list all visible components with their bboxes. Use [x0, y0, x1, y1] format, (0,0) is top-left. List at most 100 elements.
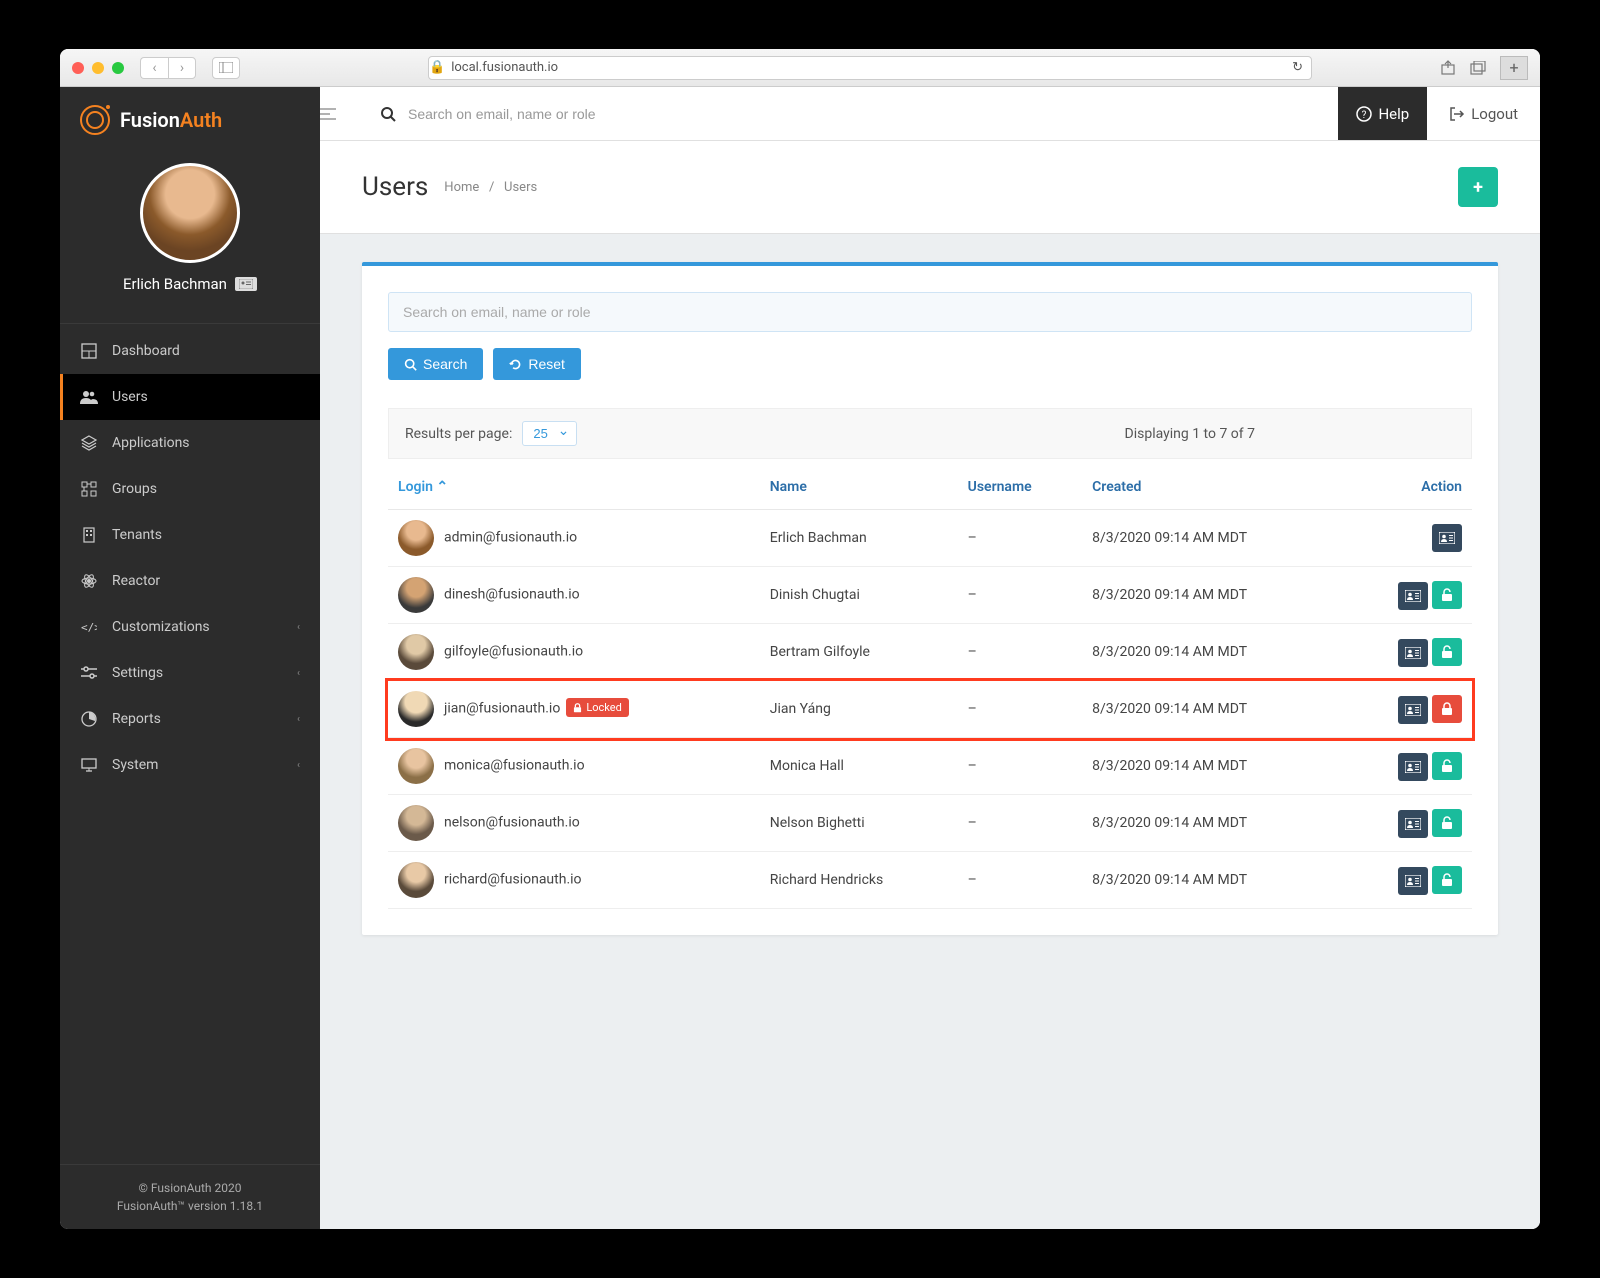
page-header: Users Home / Users +	[320, 141, 1540, 234]
brand-logo[interactable]: FusionAuth	[60, 87, 320, 153]
col-username[interactable]: Username	[958, 465, 1083, 510]
breadcrumb-home[interactable]: Home	[444, 180, 479, 195]
user-name: Jian Yáng	[760, 681, 958, 738]
sidebar-toggle-button[interactable]	[320, 108, 362, 120]
table-row[interactable]: admin@fusionauth.io Erlich Bachman – 8/3…	[388, 510, 1472, 567]
sidebar-item-customizations[interactable]: </> Customizations ‹	[60, 604, 320, 650]
logout-button[interactable]: Logout	[1427, 87, 1540, 140]
manage-user-button[interactable]	[1398, 696, 1428, 724]
nav-label: Reactor	[112, 573, 160, 589]
reset-button-label: Reset	[528, 356, 565, 372]
locked-badge: Locked	[566, 698, 628, 717]
user-avatar	[398, 862, 434, 898]
breadcrumb-current: Users	[504, 180, 537, 195]
user-login: monica@fusionauth.io	[444, 758, 585, 774]
lock-user-button[interactable]	[1432, 581, 1462, 609]
search-icon	[404, 358, 417, 371]
sidebar-item-reports[interactable]: Reports ‹	[60, 696, 320, 742]
logout-icon	[1449, 106, 1465, 122]
help-button[interactable]: ? Help	[1338, 87, 1427, 140]
user-created: 8/3/2020 09:14 AM MDT	[1082, 738, 1341, 795]
user-username: –	[958, 681, 1083, 738]
browser-forward-button[interactable]: ›	[168, 57, 196, 79]
topbar-search	[362, 106, 1338, 122]
add-user-button[interactable]: +	[1458, 167, 1498, 207]
share-icon[interactable]	[1440, 60, 1456, 76]
window-minimize-button[interactable]	[92, 62, 104, 74]
search-button[interactable]: Search	[388, 348, 483, 380]
unlock-user-button[interactable]	[1432, 695, 1462, 723]
profile-card-icon[interactable]	[235, 277, 257, 291]
manage-user-button[interactable]	[1398, 810, 1428, 838]
results-per-page-select[interactable]: 25	[522, 421, 577, 446]
reload-icon[interactable]: ↻	[1292, 60, 1303, 75]
user-login: dinesh@fusionauth.io	[444, 587, 580, 603]
new-tab-button[interactable]: +	[1500, 56, 1528, 80]
lock-user-button[interactable]	[1432, 866, 1462, 894]
col-name[interactable]: Name	[760, 465, 958, 510]
topbar-search-input[interactable]	[408, 106, 1320, 122]
table-row[interactable]: richard@fusionauth.io Richard Hendricks …	[388, 852, 1472, 909]
sidebar-item-system[interactable]: System ‹	[60, 742, 320, 788]
user-actions	[1342, 852, 1472, 909]
manage-user-button[interactable]	[1398, 753, 1428, 781]
manage-user-button[interactable]	[1398, 639, 1428, 667]
col-login[interactable]: Login ⌃	[388, 465, 760, 510]
window-zoom-button[interactable]	[112, 62, 124, 74]
logout-label: Logout	[1471, 105, 1518, 123]
nav-label: Customizations	[112, 619, 210, 635]
user-avatar	[398, 691, 434, 727]
manage-user-button[interactable]	[1398, 867, 1428, 895]
manage-user-button[interactable]	[1432, 524, 1462, 552]
applications-icon	[80, 434, 98, 452]
users-card: Search Reset Results per page: 25	[362, 262, 1498, 935]
profile-avatar[interactable]	[140, 163, 240, 263]
user-created: 8/3/2020 09:14 AM MDT	[1082, 567, 1341, 624]
lock-icon: 🔒	[429, 60, 445, 75]
user-name: Dinish Chugtai	[760, 567, 958, 624]
browser-window: ‹ › 🔒 local.fusionauth.io ↻ + Fusi	[60, 49, 1540, 1229]
user-login: nelson@fusionauth.io	[444, 815, 580, 831]
manage-user-button[interactable]	[1398, 582, 1428, 610]
window-close-button[interactable]	[72, 62, 84, 74]
table-row[interactable]: monica@fusionauth.io Monica Hall – 8/3/2…	[388, 738, 1472, 795]
version-text: FusionAuth™ version 1.18.1	[74, 1197, 306, 1215]
user-name: Erlich Bachman	[760, 510, 958, 567]
user-created: 8/3/2020 09:14 AM MDT	[1082, 510, 1341, 567]
lock-user-button[interactable]	[1432, 638, 1462, 666]
sidebar: FusionAuth Erlich Bachman Dashboard	[60, 87, 320, 1229]
browser-back-button[interactable]: ‹	[140, 57, 168, 79]
table-row[interactable]: nelson@fusionauth.io Nelson Bighetti – 8…	[388, 795, 1472, 852]
reports-icon	[80, 710, 98, 728]
nav-label: Dashboard	[112, 343, 180, 359]
user-actions	[1342, 681, 1472, 738]
sidebar-item-groups[interactable]: Groups	[60, 466, 320, 512]
sidebar-item-applications[interactable]: Applications	[60, 420, 320, 466]
lock-user-button[interactable]	[1432, 752, 1462, 780]
reset-icon	[509, 358, 522, 371]
lock-user-button[interactable]	[1432, 809, 1462, 837]
user-search-input[interactable]	[388, 292, 1472, 332]
sidebar-item-users[interactable]: Users	[60, 374, 320, 420]
reset-button[interactable]: Reset	[493, 348, 581, 380]
sidebar-item-settings[interactable]: Settings ‹	[60, 650, 320, 696]
logo-icon	[80, 105, 110, 135]
browser-sidebar-button[interactable]	[212, 57, 240, 79]
profile-name-text: Erlich Bachman	[123, 275, 227, 293]
url-text: local.fusionauth.io	[451, 60, 558, 75]
results-summary: Displaying 1 to 7 of 7	[1125, 426, 1255, 442]
table-row[interactable]: gilfoyle@fusionauth.io Bertram Gilfoyle …	[388, 624, 1472, 681]
table-row[interactable]: jian@fusionauth.ioLocked Jian Yáng – 8/3…	[388, 681, 1472, 738]
user-username: –	[958, 567, 1083, 624]
nav-label: System	[112, 757, 158, 773]
sidebar-item-dashboard[interactable]: Dashboard	[60, 328, 320, 374]
col-created[interactable]: Created	[1082, 465, 1341, 510]
table-row[interactable]: dinesh@fusionauth.io Dinish Chugtai – 8/…	[388, 567, 1472, 624]
user-actions	[1342, 738, 1472, 795]
col-action: Action	[1342, 465, 1472, 510]
sidebar-item-tenants[interactable]: Tenants	[60, 512, 320, 558]
sidebar-item-reactor[interactable]: Reactor	[60, 558, 320, 604]
user-name: Richard Hendricks	[760, 852, 958, 909]
browser-url-bar[interactable]: 🔒 local.fusionauth.io ↻	[428, 56, 1312, 80]
tabs-icon[interactable]	[1470, 61, 1486, 75]
